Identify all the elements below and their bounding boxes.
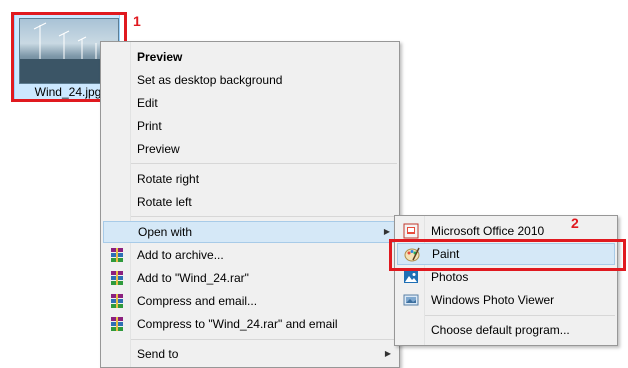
winrar-icon [109,316,125,332]
menu-item-rotate-left[interactable]: Rotate left [103,191,397,213]
menu-separator [131,339,397,340]
menu-item-edit[interactable]: Edit [103,92,397,114]
submenu-arrow-icon: ▶ [384,349,391,358]
menu-item-send-to[interactable]: Send to ▶ [103,343,397,365]
annotation-number-2: 2 [571,215,579,231]
menu-separator [131,216,397,217]
menu-item-set-desktop-background[interactable]: Set as desktop background [103,69,397,91]
menu-item-preview[interactable]: Preview [103,138,397,160]
office-picture-manager-icon [403,223,419,239]
submenu-separator [425,315,615,316]
menu-item-compress-and-email[interactable]: Compress and email... [103,290,397,312]
annotation-number-1: 1 [133,13,141,29]
photo-viewer-icon [403,292,419,308]
menu-item-rotate-right[interactable]: Rotate right [103,168,397,190]
photos-icon [403,269,419,285]
winrar-icon [109,247,125,263]
menu-item-preview-default[interactable]: Preview [103,46,397,68]
open-with-submenu: Microsoft Office 2010 Paint Photos Windo… [394,215,618,346]
submenu-item-choose-default-program[interactable]: Choose default program... [397,319,615,341]
annotation-box-2 [389,239,626,271]
menu-separator [131,163,397,164]
menu-item-add-to-rar[interactable]: Add to "Wind_24.rar" [103,267,397,289]
submenu-item-windows-photo-viewer[interactable]: Windows Photo Viewer [397,289,615,311]
menu-item-open-with[interactable]: Open with ▶ [103,221,397,243]
winrar-icon [109,270,125,286]
menu-item-compress-to-rar-and-email[interactable]: Compress to "Wind_24.rar" and email [103,313,397,335]
menu-item-add-to-archive[interactable]: Add to archive... [103,244,397,266]
context-menu: Preview Set as desktop background Edit P… [100,41,400,368]
winrar-icon [109,293,125,309]
menu-item-print[interactable]: Print [103,115,397,137]
